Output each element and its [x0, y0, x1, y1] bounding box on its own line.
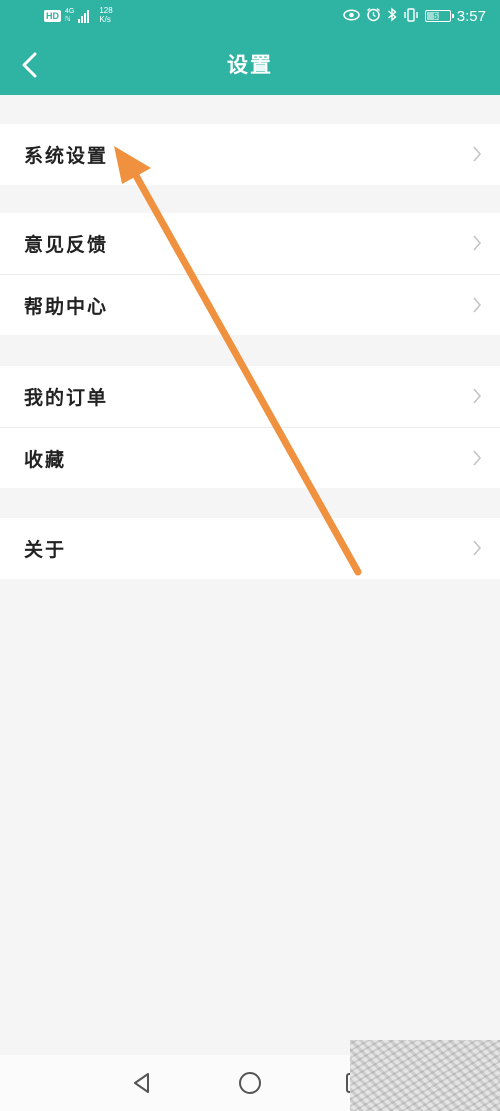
- page-title: 设置: [227, 53, 273, 77]
- chevron-right-icon: [473, 388, 482, 404]
- bluetooth-icon: [387, 7, 397, 25]
- speed-unit: K/s: [99, 15, 111, 24]
- alarm-clock-icon: [366, 7, 381, 25]
- chevron-left-icon: [22, 52, 37, 78]
- signal-icon: [78, 9, 90, 23]
- menu-item-label: 意见反馈: [24, 234, 109, 256]
- menu-item-about[interactable]: 关于: [0, 518, 500, 579]
- eye-icon: [343, 8, 360, 24]
- chevron-right-icon: [473, 235, 482, 251]
- network-sub-label: ℕ: [65, 16, 71, 23]
- app-header: 设置: [0, 35, 500, 95]
- menu-item-label: 帮助中心: [24, 295, 109, 318]
- clock-time: 3:57: [456, 7, 486, 25]
- back-button[interactable]: [10, 45, 50, 85]
- status-right: 51 3:57: [343, 7, 486, 25]
- chevron-right-icon: [473, 540, 482, 556]
- vibrate-icon: [403, 7, 419, 25]
- menu-item-system-settings[interactable]: 系统设置: [0, 124, 500, 185]
- menu-item-label: 我的订单: [24, 387, 109, 409]
- speed-value: 128: [99, 6, 113, 15]
- menu-item-my-orders[interactable]: 我的订单: [0, 366, 500, 427]
- hd-badge: HD: [44, 10, 61, 22]
- chevron-right-icon: [473, 297, 482, 313]
- watermark-noise: [350, 1040, 500, 1111]
- menu-item-favorites[interactable]: 收藏: [0, 427, 500, 488]
- network-speed: 128 K/s: [99, 6, 112, 24]
- menu-item-label: 关于: [24, 539, 67, 561]
- battery-level: 51: [433, 11, 443, 21]
- network-type-label: 4G: [65, 8, 75, 15]
- home-circle-icon[interactable]: [236, 1069, 264, 1097]
- menu-item-label: 系统设置: [24, 145, 109, 167]
- back-triangle-icon[interactable]: [128, 1069, 156, 1097]
- menu-group-about: 关于: [0, 518, 500, 579]
- menu-item-label: 收藏: [24, 448, 67, 471]
- status-left: HD 4G ℕ 128 K/s: [44, 6, 113, 24]
- menu-group-orders: 我的订单 收藏: [0, 366, 500, 488]
- menu-group-system: 系统设置: [0, 124, 500, 185]
- status-bar: HD 4G ℕ 128 K/s 51 3:57: [0, 0, 500, 35]
- menu-item-help-center[interactable]: 帮助中心: [0, 274, 500, 335]
- chevron-right-icon: [473, 450, 482, 466]
- menu-group-support: 意见反馈 帮助中心: [0, 213, 500, 335]
- network-type: 4G ℕ: [65, 8, 74, 24]
- chevron-right-icon: [473, 146, 482, 162]
- battery-icon: 51: [424, 10, 454, 22]
- menu-item-feedback[interactable]: 意见反馈: [0, 213, 500, 274]
